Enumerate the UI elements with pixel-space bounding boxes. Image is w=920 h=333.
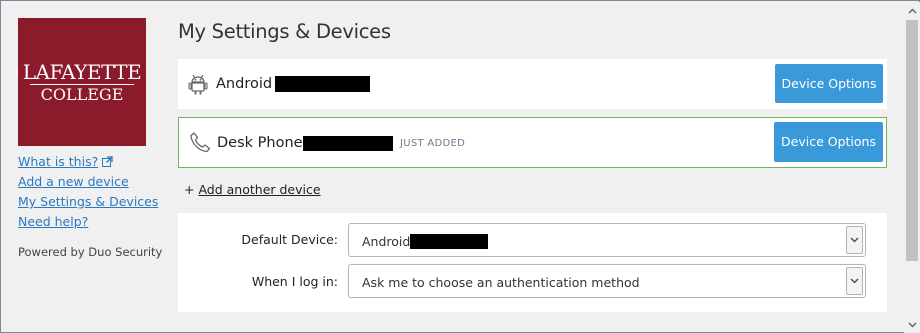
scroll-down-arrow-icon[interactable] bbox=[904, 316, 920, 333]
external-link-icon bbox=[102, 156, 113, 167]
what-is-this-label: What is this? bbox=[18, 154, 99, 169]
login-action-value: Ask me to choose an authentication metho… bbox=[362, 275, 640, 290]
login-action-select[interactable]: Ask me to choose an authentication metho… bbox=[348, 264, 866, 298]
device-name-desk-phone: Desk Phone bbox=[217, 135, 303, 151]
device-options-button-android[interactable]: Device Options bbox=[775, 64, 883, 103]
add-another-device: + Add another device bbox=[184, 182, 321, 197]
scrollbar-thumb[interactable] bbox=[906, 20, 918, 261]
just-added-badge: JUST ADDED bbox=[400, 138, 466, 149]
duo-settings-frame: LAFAYETTE COLLEGE What is this? Add a ne… bbox=[0, 0, 920, 333]
need-help-link[interactable]: Need help? bbox=[18, 212, 158, 232]
device-row-desk-phone: Desk Phone JUST ADDED Device Options bbox=[178, 117, 887, 168]
page-title: My Settings & Devices bbox=[178, 20, 391, 43]
device-name-android: Android bbox=[216, 76, 273, 92]
login-action-label: When I log in: bbox=[251, 274, 338, 289]
lafayette-college-logo: LAFAYETTE COLLEGE bbox=[18, 18, 146, 146]
android-icon bbox=[188, 74, 208, 95]
logo-line-1: LAFAYETTE bbox=[22, 60, 142, 84]
vertical-scrollbar[interactable] bbox=[904, 2, 920, 333]
default-device-select[interactable]: Android bbox=[348, 223, 866, 257]
phone-icon bbox=[190, 132, 211, 153]
redacted-phone-number bbox=[303, 136, 393, 151]
device-row-android: Android Device Options bbox=[178, 59, 887, 109]
chevron-down-icon[interactable] bbox=[846, 226, 863, 254]
add-device-plus: + bbox=[184, 182, 195, 197]
add-another-device-link[interactable]: Add another device bbox=[198, 182, 320, 197]
redacted-phone-number bbox=[275, 76, 370, 92]
add-new-device-link[interactable]: Add a new device bbox=[18, 172, 158, 192]
default-device-value: Android bbox=[362, 234, 411, 249]
device-options-button-desk-phone[interactable]: Device Options bbox=[774, 122, 883, 162]
device-settings-panel: Default Device: Android When I log in: A… bbox=[178, 213, 887, 312]
logo-line-2: COLLEGE bbox=[40, 85, 124, 104]
sidebar-links: What is this? Add a new device My Settin… bbox=[18, 152, 158, 232]
powered-by-text: Powered by Duo Security bbox=[18, 245, 163, 259]
my-settings-devices-link[interactable]: My Settings & Devices bbox=[18, 192, 158, 212]
default-device-label: Default Device: bbox=[241, 232, 338, 247]
scroll-up-arrow-icon[interactable] bbox=[904, 2, 920, 19]
redacted-phone-number bbox=[410, 234, 488, 249]
chevron-down-icon[interactable] bbox=[846, 267, 863, 295]
what-is-this-link[interactable]: What is this? bbox=[18, 152, 158, 172]
